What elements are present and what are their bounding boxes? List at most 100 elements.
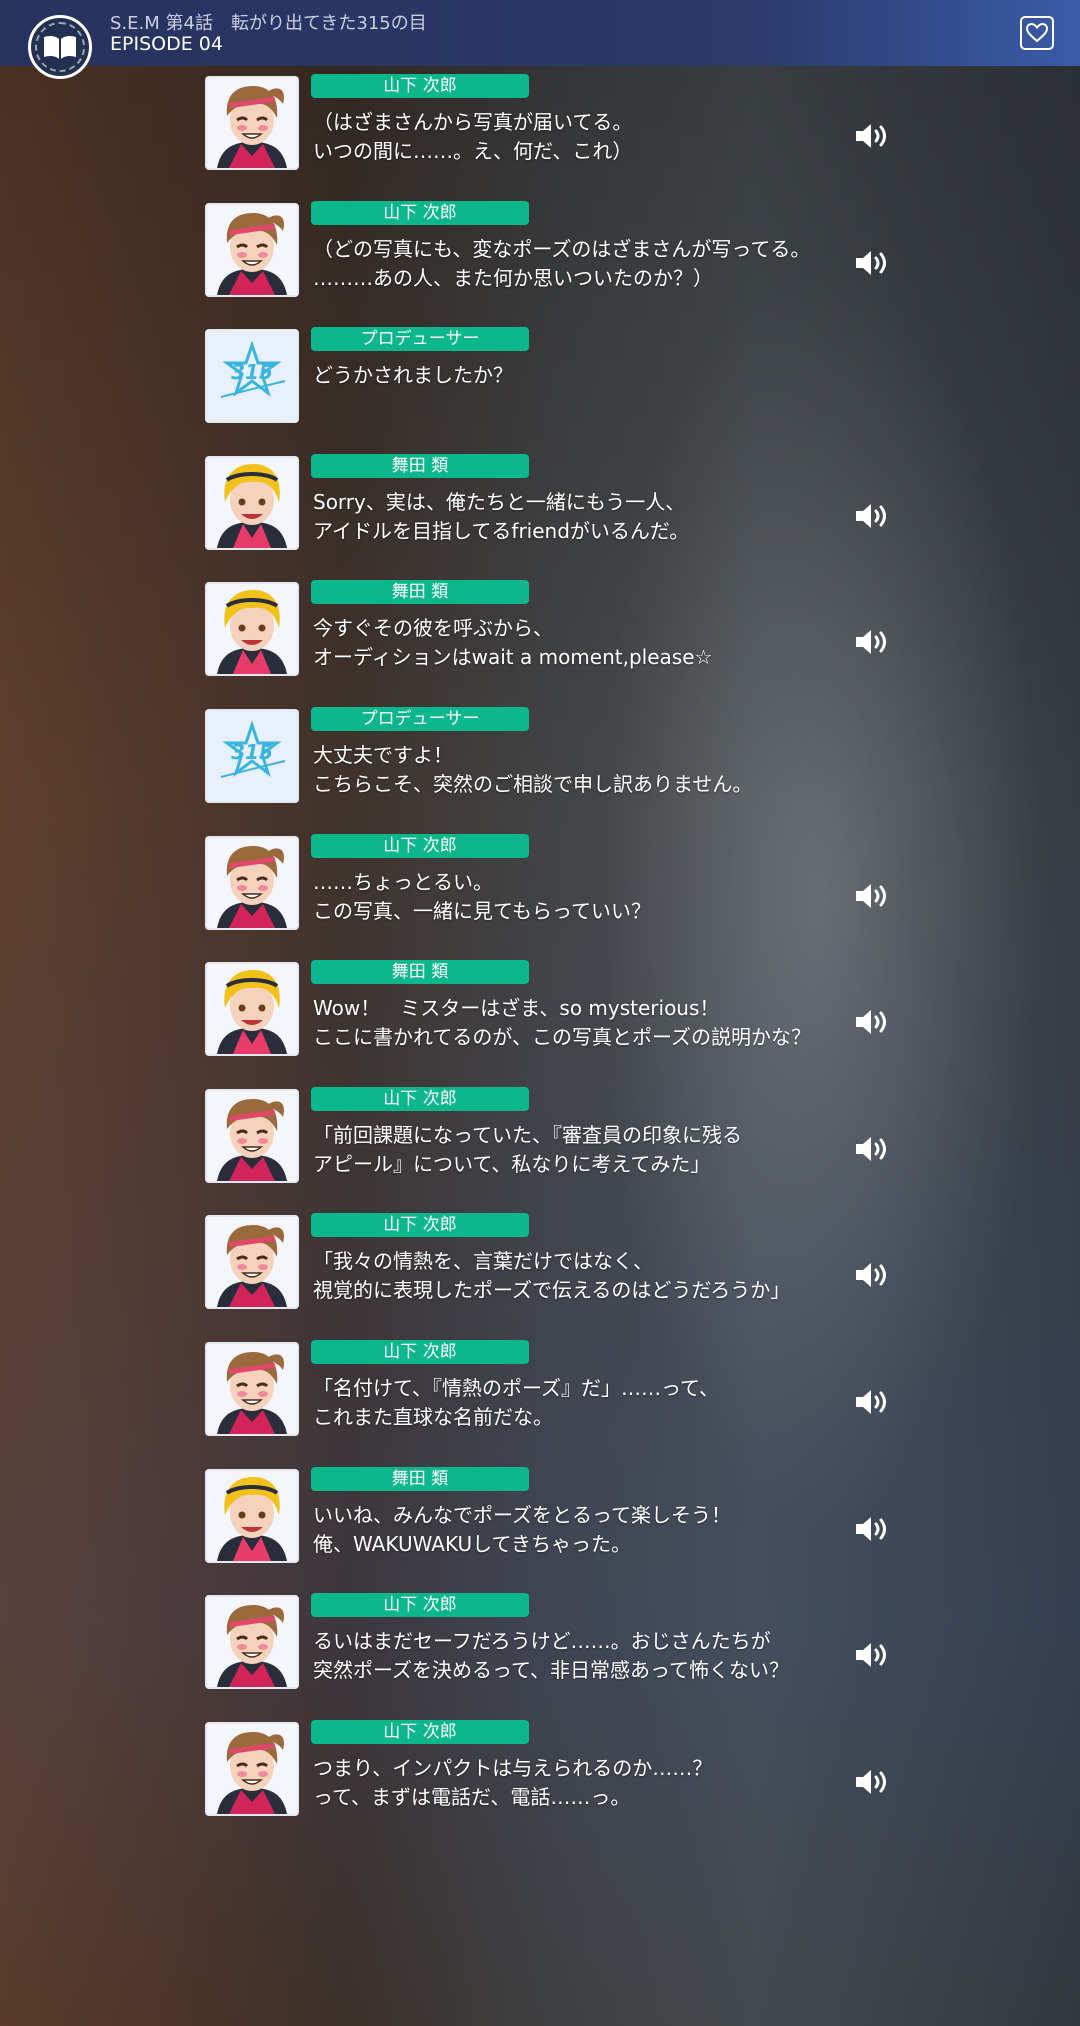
dialogue-line: Sorry、実は、俺たちと一緒にもう一人、 [313,489,686,514]
voice-play-button[interactable] [853,500,893,532]
speaker-name-tag: プロデューサー [311,706,529,731]
backlog-entry: 315 プロデューサー 大丈夫ですよ！ こちらこそ、突然のご相談で申し訳ありません。 [205,706,905,834]
voice-play-button[interactable] [853,1259,893,1291]
speaker-icon [856,250,886,275]
dialogue-line: 「前回課題になっていた、『審査員の印象に残る [313,1122,742,1147]
voice-play-button[interactable] [853,120,893,152]
voice-play-button[interactable] [853,1513,893,1545]
speaker-name-tag: 山下 次郎 [311,1593,529,1618]
dialogue-line: 視覚的に表現したポーズで伝えるのはどうだろうか」 [313,1278,791,1303]
dialogue-line: 大丈夫ですよ！ [313,742,453,767]
speaker-name-tag: 舞田 類 [311,1466,529,1491]
voice-play-button[interactable] [853,1766,893,1798]
backlog-entry: 山下 次郎 （はざまさんから写真が届いてる。 いつの間に……。え、何だ、これ） [205,74,905,201]
speaker-name-tag: 山下 次郎 [311,1213,529,1238]
speaker-name-tag: 舞田 類 [311,580,529,605]
voice-play-button[interactable] [853,1386,893,1418]
story-menu-button[interactable] [28,15,92,79]
speaker-icon [856,630,886,655]
dialogue-line: つまり、インパクトは与えられるのか……？ [313,1755,713,1780]
heart-icon [1026,23,1048,43]
speaker-icon [856,1516,886,1541]
svg-text:315: 315 [231,740,273,764]
speaker-name-tag: 山下 次郎 [311,74,529,98]
favorite-button[interactable] [1020,16,1054,50]
speaker-icon [856,1389,886,1414]
backlog-entry: 舞田 類今すぐその彼を呼ぶから、オーディションはwait a moment,pl… [205,580,905,707]
speaker-name-tag: 舞田 類 [311,453,529,478]
speaker-name-tag: 山下 次郎 [311,1719,529,1744]
book-icon [44,35,76,59]
backlog-entry: 山下 次郎「名付けて、『情熱のポーズ』だ」……って、 これまた直球な名前だな。 [205,1339,905,1467]
dialogue-line: アピール』について、私なりに考えてみた」 [313,1151,711,1176]
speaker-name-tag: 山下 次郎 [311,200,529,225]
dialogue-line: これまた直球な名前だな。 [313,1404,553,1429]
backlog-entry: 山下 次郎「我々の情熱を、言葉だけではなく、視覚的に表現したポーズで伝えるのはど… [205,1213,905,1340]
rui-avatar [205,455,299,550]
backlog-entry: 舞田 類 Wow！ ミスターはざま、so mysterious！ ここに書かれてるの… [205,960,905,1087]
voice-play-button[interactable] [853,880,893,912]
dialogue-line: （どの写真にも、変なポーズのはざまさんが写ってる。 [313,236,811,261]
voice-play-button[interactable] [853,626,893,658]
dialogue-line: オーディションはwait a moment,please☆ [313,645,713,670]
315-logo: 315 [205,329,299,424]
backlog-entry: 舞田 類いいね、みんなでポーズをとるって楽しそう！ 俺、WAKUWAKUしてきちゃ… [205,1466,905,1594]
jiro-avatar [205,1215,299,1310]
backlog-entry: 舞田 類 Sorry、実は、俺たちと一緒にもう一人、 アイドルを目指してるfrien… [205,453,905,581]
jiro-avatar [205,1088,299,1183]
voice-play-button[interactable] [853,247,893,279]
backlog-entry: 山下 次郎 ……ちょっとるい。この写真、一緒に見てもらっていい？ [205,833,905,961]
speaker-icon [856,124,886,148]
backlog-entry: 315 プロデューサー どうかされましたか？ [205,327,905,454]
speaker-name-tag: 山下 次郎 [311,1086,529,1111]
dialogue-line: って、まずは電話だ、電話……っ。 [313,1784,631,1809]
backlog-entry: 山下 次郎つまり、インパクトは与えられるのか……？ って、まずは電話だ、電話……っ… [205,1719,905,1847]
dialogue-line: アイドルを目指してるfriendがいるんだ。 [313,518,690,543]
speaker-icon [856,1263,886,1288]
episode-label: EPISODE 04 [110,33,223,55]
jiro-avatar [205,1595,299,1690]
backlog-list[interactable]: 山下 次郎 （はざまさんから写真が届いてる。 いつの間に……。え、何だ、これ） 山下 … [205,74,905,1846]
dialogue-line: ………あの人、また何か思いついたのか？） [313,265,713,290]
dialogue-line: いつの間に……。え、何だ、これ） [313,139,633,163]
dialogue-line: 俺、WAKUWAKUしてきちゃった。 [313,1531,631,1556]
speaker-icon [856,1010,886,1035]
story-title: S.E.M 第4話 転がり出てきた315の目 [110,13,427,34]
dialogue-line: 「我々の情熱を、言葉だけではなく、 [313,1249,653,1274]
jiro-avatar [205,1341,299,1436]
speaker-name-tag: プロデューサー [311,327,529,352]
jiro-avatar [205,76,299,170]
dialogue-line: るいはまだセーフだろうけど……。おじさんたちが [313,1629,771,1654]
dialogue-line: ここに書かれてるのが、この写真とポーズの説明かな？ [313,1025,811,1050]
rui-avatar [205,962,299,1057]
315-logo: 315 [205,708,299,803]
speaker-icon [856,1136,886,1161]
voice-play-button[interactable] [853,1006,893,1038]
speaker-icon [856,1643,886,1668]
header-bar: S.E.M 第4話 転がり出てきた315の目 EPISODE 04 [0,0,1080,66]
speaker-name-tag: 舞田 類 [311,960,529,985]
dialogue-line: Wow！ ミスターはざま、so mysterious！ [313,996,720,1021]
dialogue-line: いいね、みんなでポーズをとるって楽しそう！ [313,1502,731,1527]
dialogue-line: ……ちょっとるい。 [313,869,493,894]
speaker-name-tag: 山下 次郎 [311,833,529,858]
jiro-avatar [205,202,299,297]
svg-text:315: 315 [231,360,273,384]
backlog-entry: 山下 次郎 （どの写真にも、変なポーズのはざまさんが写ってる。 ………あの人、また何… [205,200,905,328]
backlog-entry: 山下 次郎るいはまだセーフだろうけど……。おじさんたちが 突然ポーズを決めるって、… [205,1593,905,1720]
speaker-name-tag: 山下 次郎 [311,1339,529,1364]
dialogue-line: 「名付けて、『情熱のポーズ』だ」……って、 [313,1375,719,1400]
voice-play-button[interactable] [853,1133,893,1165]
jiro-avatar [205,1721,299,1816]
dialogue-line: 今すぐその彼を呼ぶから、 [313,616,553,641]
speaker-icon [856,1769,886,1794]
dialogue-line: こちらこそ、突然のご相談で申し訳ありません。 [313,771,753,796]
rui-avatar [205,582,299,677]
dialogue-line: （はざまさんから写真が届いてる。 [313,110,633,134]
dialogue-line: この写真、一緒に見てもらっていい？ [313,898,651,923]
dialogue-line: 突然ポーズを決めるって、非日常感あって怖くない？ [313,1658,789,1683]
voice-play-button[interactable] [853,1639,893,1671]
jiro-avatar [205,835,299,930]
dialogue-line: どうかされましたか？ [313,363,513,388]
speaker-icon [856,503,886,528]
